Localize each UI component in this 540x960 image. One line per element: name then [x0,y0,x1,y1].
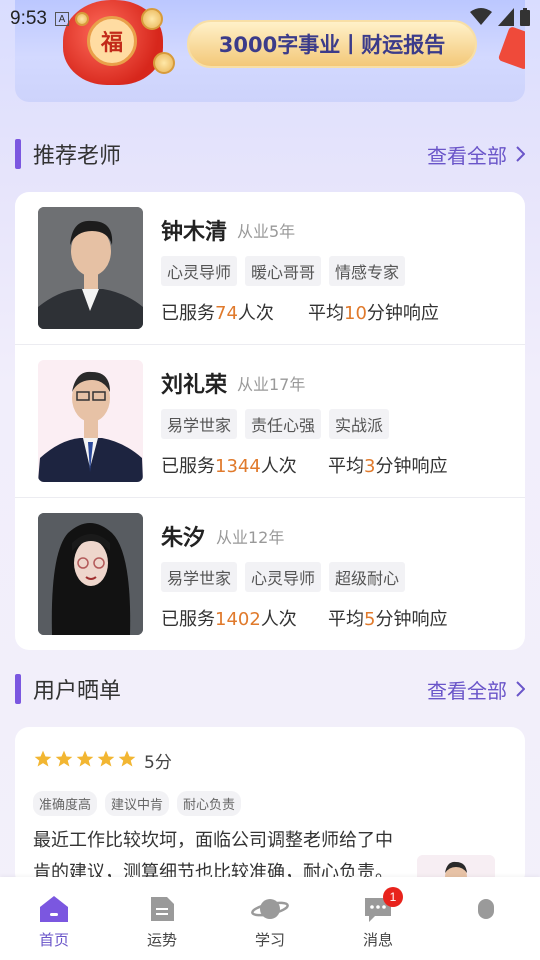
response-time: 平均5分钟响应 [328,609,448,630]
teacher-item[interactable]: 朱汐 从业12年 易学世家 心灵导师 超级耐心 已服务1402人次 平均5分钟响… [15,498,525,650]
teacher-years: 从业5年 [237,222,296,241]
star-icon [34,750,52,767]
teacher-list: 钟木清 从业5年 心灵导师 暖心哥哥 情感专家 已服务74人次 平均10分钟响应 [15,192,525,650]
tab-fortune[interactable]: 运势 [122,895,202,955]
review-score: 5分 [144,753,172,773]
star-rating [33,749,137,769]
star-icon [76,750,94,767]
teacher-name: 朱汐 [161,526,206,551]
response-time: 平均3分钟响应 [328,456,448,477]
teacher-tags: 易学世家 心灵导师 超级耐心 [161,562,406,592]
recommended-header: 推荐老师 查看全部 [15,137,525,171]
tag: 超级耐心 [329,562,406,592]
tab-label: 学习 [254,931,285,949]
unread-badge: 1 [383,887,403,907]
coin-icon [153,52,175,74]
teacher-tags: 易学世家 责任心强 实战派 [161,409,390,439]
teacher-name: 钟木清 [161,220,228,245]
battery-icon [520,8,530,26]
section-accent-bar [15,674,21,704]
tag: 建议中肯 [105,791,170,816]
bottom-tab-bar: 首页 运势 学习 1 消息 [0,877,540,960]
avatar [38,360,143,482]
tab-study[interactable]: 学习 [230,895,310,955]
status-bar: 9:53 A [0,0,540,38]
star-icon [55,750,73,767]
section-title: 用户晒单 [33,679,122,704]
teacher-years: 从业12年 [216,528,285,547]
served-count: 已服务1344人次 [161,456,297,477]
profile-icon [478,899,494,919]
review-card[interactable]: 5分 准确度高 建议中肯 耐心负责 最近工作比较坎坷，面临公司调整老师给了中肯的… [15,727,525,887]
document-icon [151,897,174,921]
tag: 心灵导师 [245,562,322,592]
view-all-label: 查看全部 [427,143,507,168]
tab-label: 首页 [38,931,69,949]
avatar [38,513,143,635]
chevron-right-icon [516,146,525,162]
status-indicator: A [54,12,69,26]
status-icons [470,8,530,26]
view-all-label: 查看全部 [427,678,507,703]
served-count: 已服务74人次 [161,303,274,324]
section-accent-bar [15,139,21,169]
teacher-item[interactable]: 钟木清 从业5年 心灵导师 暖心哥哥 情感专家 已服务74人次 平均10分钟响应 [15,192,525,344]
teacher-name: 刘礼荣 [161,373,228,398]
tab-home[interactable]: 首页 [14,895,94,955]
home-icon [40,896,68,922]
status-time: 9:53 [10,8,47,29]
teacher-tags: 心灵导师 暖心哥哥 情感专家 [161,256,406,286]
view-all-reviews-link[interactable]: 查看全部 [427,672,525,706]
teacher-years: 从业17年 [237,375,306,394]
review-tags: 准确度高 建议中肯 耐心负责 [33,791,242,816]
tab-messages[interactable]: 1 消息 [338,887,418,955]
planet-icon [251,899,289,919]
tag: 暖心哥哥 [245,256,322,286]
tab-label: 运势 [146,931,177,949]
avatar [38,207,143,329]
section-title: 推荐老师 [33,144,122,169]
tab-profile[interactable] [446,895,526,955]
reviews-header: 用户晒单 查看全部 [15,672,525,706]
view-all-teachers-link[interactable]: 查看全部 [427,137,525,171]
wifi-icon [470,8,492,25]
tag: 易学世家 [161,409,238,439]
tag: 实战派 [329,409,390,439]
tag: 易学世家 [161,562,238,592]
teacher-item[interactable]: 刘礼荣 从业17年 易学世家 责任心强 实战派 已服务1344人次 平均3分钟响… [15,345,525,497]
tag: 心灵导师 [161,256,238,286]
tag: 责任心强 [245,409,322,439]
star-icon [97,750,115,767]
tag: 耐心负责 [177,791,242,816]
chevron-right-icon [516,681,525,697]
star-icon [118,750,136,767]
response-time: 平均10分钟响应 [308,303,439,324]
tag: 情感专家 [329,256,406,286]
tag: 准确度高 [33,791,98,816]
served-count: 已服务1402人次 [161,609,297,630]
signal-icon [498,8,514,26]
tab-label: 消息 [362,931,393,949]
